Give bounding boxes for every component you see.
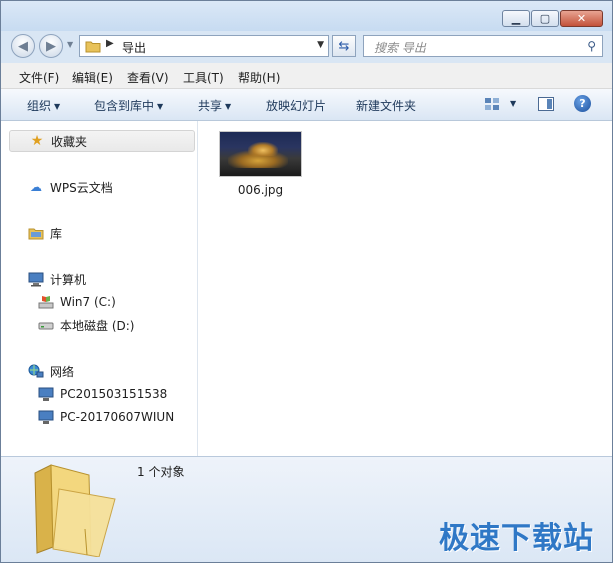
nav-libraries-label: 库 xyxy=(50,226,63,241)
window-controls: ▁ ▢ ✕ xyxy=(502,10,603,27)
nav-pc-2[interactable]: PC-20170607WIUN xyxy=(38,407,174,427)
cloud-icon: ☁ xyxy=(30,180,42,194)
explorer-window: ▁ ▢ ✕ ◀ ▶ ▼ ▶ 导出 ▼ ⇆ 搜索 导出 ⚲ 文件(F) 编辑(E)… xyxy=(0,0,613,563)
maximize-button[interactable]: ▢ xyxy=(531,10,559,27)
search-icon[interactable]: ⚲ xyxy=(587,39,596,53)
watermark-logo: 极速下载站 xyxy=(439,521,594,556)
address-bar[interactable]: ▶ 导出 ▼ xyxy=(79,35,329,57)
network-computer-icon xyxy=(38,386,54,402)
network-icon xyxy=(28,363,44,379)
slideshow-button[interactable]: 放映幻灯片 xyxy=(266,97,326,114)
back-button[interactable]: ◀ xyxy=(11,34,35,58)
nav-computer-label: 计算机 xyxy=(50,272,87,287)
hard-drive-icon xyxy=(38,317,54,333)
file-list: 006.jpg xyxy=(198,121,612,456)
nav-wps-cloud[interactable]: ☁ WPS云文档 xyxy=(28,177,113,197)
system-drive-icon xyxy=(38,294,54,310)
chevron-down-icon: ▼ xyxy=(157,102,164,111)
menu-file[interactable]: 文件(F) xyxy=(19,69,59,86)
include-in-library-label: 包含到库中 xyxy=(94,99,155,113)
menu-help[interactable]: 帮助(H) xyxy=(238,69,280,86)
recent-pages-dropdown-icon[interactable]: ▼ xyxy=(67,40,73,49)
back-arrow-icon: ◀ xyxy=(18,38,28,54)
computer-icon xyxy=(28,271,44,287)
nav-pc-2-label: PC-20170607WIUN xyxy=(60,410,175,424)
organize-label: 组织 xyxy=(27,99,52,113)
refresh-icon: ⇆ xyxy=(338,38,350,54)
close-icon: ✕ xyxy=(576,12,587,25)
folder-icon xyxy=(29,459,119,560)
refresh-button[interactable]: ⇆ xyxy=(332,35,356,57)
nav-drive-c[interactable]: Win7 (C:) xyxy=(38,292,116,312)
nav-computer[interactable]: 计算机 xyxy=(28,269,86,289)
breadcrumb-arrow-icon[interactable]: ▶ xyxy=(106,38,114,49)
star-icon: ★ xyxy=(30,133,44,149)
navigation-pane: ★ 收藏夹 ☁ WPS云文档 库 计算机 Win7 (C:) 本地磁盘 (D:)… xyxy=(1,121,198,456)
folder-icon xyxy=(85,39,101,56)
chevron-down-icon: ▼ xyxy=(54,102,61,111)
new-folder-button[interactable]: 新建文件夹 xyxy=(356,97,416,114)
file-thumbnail[interactable] xyxy=(219,131,302,177)
address-dropdown-icon[interactable]: ▼ xyxy=(317,40,324,50)
nav-drive-d[interactable]: 本地磁盘 (D:) xyxy=(38,315,134,335)
nav-favorites-label: 收藏夹 xyxy=(51,134,88,149)
minimize-button[interactable]: ▁ xyxy=(502,10,530,27)
close-button[interactable]: ✕ xyxy=(560,10,603,27)
nav-pc-1-label: PC201503151538 xyxy=(60,387,168,401)
nav-network[interactable]: 网络 xyxy=(28,361,74,381)
nav-wps-cloud-label: WPS云文档 xyxy=(50,180,113,195)
forward-arrow-icon: ▶ xyxy=(46,38,56,54)
network-computer-icon xyxy=(38,409,54,425)
nav-drive-d-label: 本地磁盘 (D:) xyxy=(60,318,135,333)
forward-button[interactable]: ▶ xyxy=(39,34,63,58)
breadcrumb-current[interactable]: 导出 xyxy=(122,39,146,56)
library-icon xyxy=(28,225,44,241)
nav-favorites[interactable]: ★ 收藏夹 xyxy=(9,130,195,152)
help-icon[interactable]: ? xyxy=(574,95,591,112)
minimize-icon: ▁ xyxy=(511,12,521,25)
search-box[interactable]: 搜索 导出 ⚲ xyxy=(363,35,603,57)
nav-drive-c-label: Win7 (C:) xyxy=(60,295,116,309)
preview-pane-icon[interactable] xyxy=(538,97,554,111)
share-button[interactable]: 共享 ▼ xyxy=(198,97,231,114)
change-view-icon[interactable] xyxy=(484,97,500,114)
include-in-library-button[interactable]: 包含到库中 ▼ xyxy=(94,97,163,114)
item-count: 1 个对象 xyxy=(137,465,185,479)
command-bar: 组织 ▼ 包含到库中 ▼ 共享 ▼ 放映幻灯片 新建文件夹 ▼ ? xyxy=(1,89,612,121)
menu-bar: 文件(F) 编辑(E) 查看(V) 工具(T) 帮助(H) xyxy=(1,63,612,89)
menu-view[interactable]: 查看(V) xyxy=(127,69,169,86)
thumbnail-image-castle xyxy=(248,142,278,156)
menu-edit[interactable]: 编辑(E) xyxy=(72,69,113,86)
share-label: 共享 xyxy=(198,99,223,113)
chevron-down-icon: ▼ xyxy=(225,102,232,111)
search-placeholder: 搜索 导出 xyxy=(374,41,426,55)
address-row: ◀ ▶ ▼ ▶ 导出 ▼ ⇆ 搜索 导出 ⚲ xyxy=(1,31,612,63)
nav-pc-1[interactable]: PC201503151538 xyxy=(38,384,167,404)
maximize-icon: ▢ xyxy=(539,12,551,25)
nav-libraries[interactable]: 库 xyxy=(28,223,62,243)
view-options-dropdown-icon[interactable]: ▼ xyxy=(510,99,516,108)
menu-tools[interactable]: 工具(T) xyxy=(183,69,224,86)
file-name[interactable]: 006.jpg xyxy=(219,183,302,197)
organize-button[interactable]: 组织 ▼ xyxy=(27,97,60,114)
title-bar: ▁ ▢ ✕ xyxy=(1,1,612,31)
nav-network-label: 网络 xyxy=(50,364,75,379)
details-pane: 1 个对象 极速下载站 xyxy=(1,456,612,562)
